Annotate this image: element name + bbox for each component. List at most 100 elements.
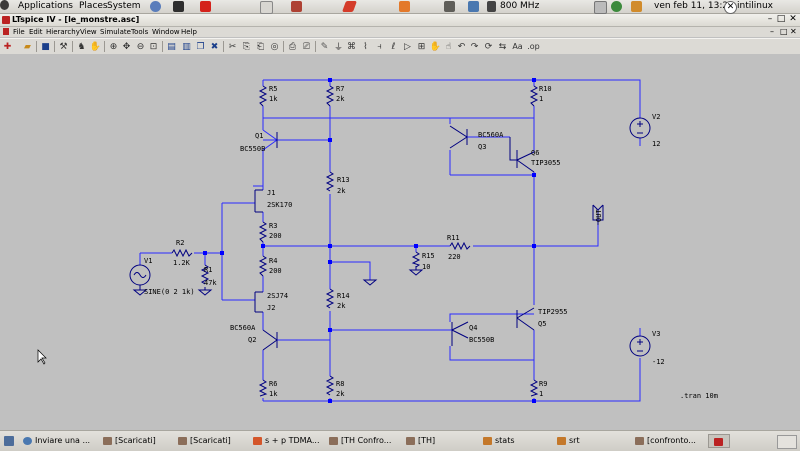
print-setup-icon[interactable]: ⎙ xyxy=(287,41,298,52)
run-icon[interactable]: ♞ xyxy=(76,41,87,52)
label-net-icon[interactable]: ⌘ xyxy=(346,41,357,52)
text-icon[interactable]: Aa xyxy=(511,41,524,52)
menu-hierarchy[interactable]: Hierarchy xyxy=(46,27,80,37)
workspace-switcher[interactable] xyxy=(777,435,797,449)
tray-icon[interactable] xyxy=(594,1,607,14)
taskbar-item[interactable]: [TH Confro... xyxy=(328,434,408,448)
cut-icon[interactable]: ✂ xyxy=(227,41,238,52)
battery-icon[interactable] xyxy=(631,1,642,12)
zoom-area-icon[interactable]: ⊕ xyxy=(108,41,119,52)
taskbar-item-label: s + p TDMA... xyxy=(265,436,320,445)
move-icon[interactable]: ✋ xyxy=(430,41,441,52)
shutdown-icon[interactable]: ✕ xyxy=(724,1,737,14)
app-launcher-icon[interactable] xyxy=(291,1,302,12)
pan-icon[interactable]: ✥ xyxy=(121,41,132,52)
menu-simulate[interactable]: Simulate xyxy=(100,27,131,37)
maximize-button[interactable]: □ xyxy=(776,15,786,24)
taskbar-item[interactable]: [confronto... xyxy=(634,434,706,448)
browser-launcher-icon[interactable] xyxy=(150,1,161,12)
save-icon[interactable]: ■ xyxy=(40,41,51,52)
schematic-drawing: R5 1k R7 2k R10 1 V2 12 Q1 BC550B BC560A… xyxy=(37,78,718,403)
open-icon[interactable]: ▰ xyxy=(22,41,33,52)
schematic-canvas[interactable]: R5 1k R7 2k R10 1 V2 12 Q1 BC550B BC560A… xyxy=(0,54,800,429)
network-icon[interactable] xyxy=(468,1,479,12)
close-all-icon[interactable]: ✖ xyxy=(209,41,220,52)
resistor-icon[interactable]: ⌇ xyxy=(360,41,371,52)
draw-wire-icon[interactable]: ✎ xyxy=(319,41,330,52)
diode-icon[interactable]: ▷ xyxy=(402,41,413,52)
new-schematic-icon[interactable]: ✚ xyxy=(2,41,13,52)
menu-window[interactable]: Window xyxy=(152,27,180,37)
ground-icon[interactable]: ⏚ xyxy=(333,41,344,53)
mdi-close-button[interactable]: ✕ xyxy=(790,27,797,37)
junction-dot xyxy=(203,251,207,255)
mirror-icon[interactable]: ⇆ xyxy=(497,41,508,52)
capacitor-icon[interactable]: ⫞ xyxy=(374,41,385,52)
menu-view[interactable]: View xyxy=(80,27,97,37)
menu-file[interactable]: File xyxy=(13,27,25,37)
places-menu[interactable]: Places xyxy=(79,1,108,11)
taskbar-item-label: [confronto... xyxy=(647,436,696,445)
show-desktop-icon[interactable] xyxy=(4,436,14,446)
taskbar-item-ltspice[interactable] xyxy=(708,434,730,448)
label-q5-model: TIP2955 xyxy=(538,308,568,316)
document-launcher-icon[interactable] xyxy=(260,1,273,14)
junction-dot xyxy=(532,399,536,403)
menu-edit[interactable]: Edit xyxy=(29,27,43,37)
halt-icon[interactable]: ✋ xyxy=(90,41,101,52)
filezilla-launcher-icon[interactable] xyxy=(200,1,211,12)
print-icon[interactable]: ⎚ xyxy=(301,41,312,52)
redo-icon[interactable]: ↷ xyxy=(469,41,480,52)
taskbar-item[interactable]: Inviare una ... xyxy=(22,434,112,448)
mdi-minimize-button[interactable]: – xyxy=(770,27,774,37)
label-r4-name: R4 xyxy=(269,257,277,265)
taskbar-item[interactable]: s + p TDMA... xyxy=(252,434,332,448)
mdi-restore-button[interactable]: □ xyxy=(780,27,788,37)
component-labels: R5 1k R7 2k R10 1 V2 12 Q1 BC550B BC560A… xyxy=(144,85,718,400)
control-panel-icon[interactable]: ⚒ xyxy=(58,41,69,52)
document-icon xyxy=(253,437,262,445)
clock[interactable]: ven feb 11, 13:21 xyxy=(654,1,734,11)
user-name[interactable]: intilinux xyxy=(737,1,773,11)
folder-launcher-icon[interactable] xyxy=(399,1,410,12)
copy-icon[interactable]: ⎘ xyxy=(241,41,252,52)
cpu-monitor-icon[interactable] xyxy=(487,1,496,12)
junction-dot xyxy=(328,244,332,248)
zoom-fit-icon[interactable]: ⊡ xyxy=(148,41,159,52)
terminal-launcher-icon[interactable] xyxy=(173,1,184,12)
paste-icon[interactable]: ⎗ xyxy=(255,41,266,52)
close-button[interactable]: ✕ xyxy=(788,15,798,24)
transistor-q5 xyxy=(516,307,535,331)
cascade-icon[interactable]: ❐ xyxy=(195,41,206,52)
sound-icon[interactable] xyxy=(444,1,455,12)
applications-menu[interactable]: Applications xyxy=(18,1,73,11)
taskbar-item[interactable]: [TH] xyxy=(405,434,471,448)
taskbar-item[interactable]: srt xyxy=(556,434,628,448)
component-icon[interactable]: ⊞ xyxy=(416,41,427,52)
taskbar-item[interactable]: [Scaricati] xyxy=(102,434,178,448)
taskbar-item[interactable]: [Scaricati] xyxy=(177,434,253,448)
folder-icon xyxy=(178,437,187,445)
resistor-r11 xyxy=(449,241,471,251)
menu-tools[interactable]: Tools xyxy=(131,27,148,37)
window-titlebar[interactable]: LTspice IV - [le_monstre.asc] – □ ✕ xyxy=(0,14,800,27)
tray-icon[interactable] xyxy=(611,1,622,12)
taskbar-item-label: [TH Confro... xyxy=(341,436,392,445)
minimize-button[interactable]: – xyxy=(765,15,775,24)
system-menu[interactable]: System xyxy=(107,1,141,11)
taskbar-item[interactable]: stats xyxy=(482,434,554,448)
tile-horizontal-icon[interactable]: ▤ xyxy=(166,41,177,52)
undo-icon[interactable]: ↶ xyxy=(456,41,467,52)
resistor-r5 xyxy=(258,85,268,107)
pdf-launcher-icon[interactable] xyxy=(341,1,358,12)
rotate-icon[interactable]: ⟳ xyxy=(483,41,494,52)
zoom-out-icon[interactable]: ⊖ xyxy=(135,41,146,52)
inductor-icon[interactable]: ℓ xyxy=(388,41,399,52)
spice-directive-icon[interactable]: .op xyxy=(527,41,540,52)
menu-help[interactable]: Help xyxy=(181,27,197,37)
find-icon[interactable]: ◎ xyxy=(269,41,280,52)
label-j1-model: 2SK170 xyxy=(267,201,292,209)
gnome-foot-icon[interactable] xyxy=(0,0,9,10)
tile-vertical-icon[interactable]: ▥ xyxy=(181,41,192,52)
drag-icon[interactable]: ☝ xyxy=(443,41,454,52)
